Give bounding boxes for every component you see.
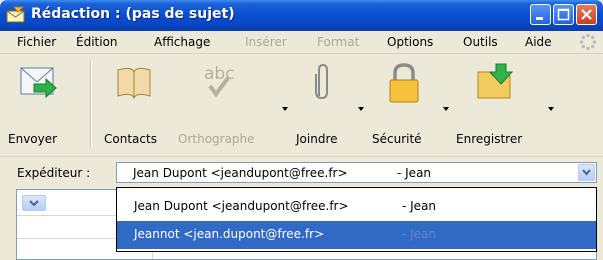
send-label: Envoyer <box>8 132 58 146</box>
sender-option-name: Jean Dupont <jeandupont@free.fr> <box>134 199 349 213</box>
send-button[interactable]: Envoyer <box>8 54 90 150</box>
save-folder-icon <box>477 63 514 99</box>
svg-text:abc: abc <box>204 64 235 84</box>
chevron-down-icon <box>582 169 591 176</box>
spellcheck-icon: abc <box>204 64 235 98</box>
spellcheck-dropdown-arrow[interactable] <box>282 107 288 111</box>
menu-format[interactable]: Format <box>317 35 359 49</box>
minimize-icon <box>536 17 543 20</box>
sender-label: Expéditeur : <box>17 166 91 180</box>
send-icon <box>20 67 57 99</box>
sender-option-alias: - Jean <box>402 199 437 213</box>
padlock-icon <box>389 63 419 103</box>
spellcheck-label: Orthographe <box>178 132 255 146</box>
spellcheck-button[interactable]: abc Orthographe <box>178 54 288 150</box>
toolbar: Envoyer Contacts abc Orthographe Joindre… <box>0 54 603 156</box>
sender-option[interactable]: Jean Dupont <jeandupont@free.fr> - Jean <box>117 193 596 221</box>
contacts-button[interactable]: Contacts <box>104 54 174 150</box>
sender-option-alias: - Jean <box>402 227 437 241</box>
security-button[interactable]: Sécurité <box>372 54 449 150</box>
menu-options[interactable]: Options <box>387 35 433 49</box>
security-label: Sécurité <box>372 132 422 146</box>
menu-affichage[interactable]: Affichage <box>154 35 210 49</box>
recipient-type-dropdown[interactable] <box>22 195 46 211</box>
sender-row: Expéditeur : Jean Dupont <jeandupont@fre… <box>0 156 603 189</box>
sender-dropdown-list: Jean Dupont <jeandupont@free.fr> - Jean … <box>116 187 597 252</box>
menu-outils[interactable]: Outils <box>463 35 498 49</box>
sender-dropdown-button[interactable] <box>578 164 595 181</box>
attach-dropdown-arrow[interactable] <box>358 107 364 111</box>
sender-option-name: Jeannot <jean.dupont@free.fr> <box>134 227 325 241</box>
close-button[interactable] <box>576 4 597 25</box>
sender-value: Jean Dupont <jeandupont@free.fr> <box>133 166 348 180</box>
menu-bar: Fichier Édition Affichage Insérer Format… <box>0 31 603 54</box>
minimize-button[interactable] <box>530 4 551 25</box>
sender-alias: - Jean <box>397 166 432 180</box>
toolbar-separator <box>90 60 92 148</box>
attach-button[interactable]: Joindre <box>296 54 364 150</box>
paperclip-icon <box>315 63 328 100</box>
menu-fichier[interactable]: Fichier <box>17 35 56 49</box>
menu-edition[interactable]: Édition <box>76 35 118 49</box>
save-dropdown-arrow[interactable] <box>548 107 554 111</box>
close-icon <box>581 9 592 20</box>
maximize-icon <box>557 8 570 21</box>
title-bar: Rédaction : (pas de sujet) <box>0 0 603 31</box>
menu-inserer[interactable]: Insérer <box>245 35 287 49</box>
attach-label: Joindre <box>296 132 338 146</box>
window-title: Rédaction : (pas de sujet) <box>31 6 235 22</box>
sender-select[interactable]: Jean Dupont <jeandupont@free.fr> - Jean <box>116 162 597 183</box>
menu-aide[interactable]: Aide <box>525 35 552 49</box>
contacts-label: Contacts <box>104 132 157 146</box>
activity-spinner-icon <box>579 33 597 51</box>
compose-mail-icon <box>6 6 25 23</box>
save-label: Enregistrer <box>456 132 523 146</box>
address-book-icon <box>117 67 151 100</box>
save-button[interactable]: Enregistrer <box>456 54 556 150</box>
maximize-button[interactable] <box>553 4 574 25</box>
sender-option-selected[interactable]: Jeannot <jean.dupont@free.fr> - Jean <box>117 221 596 249</box>
chevron-down-icon <box>29 200 39 207</box>
security-dropdown-arrow[interactable] <box>443 107 449 111</box>
